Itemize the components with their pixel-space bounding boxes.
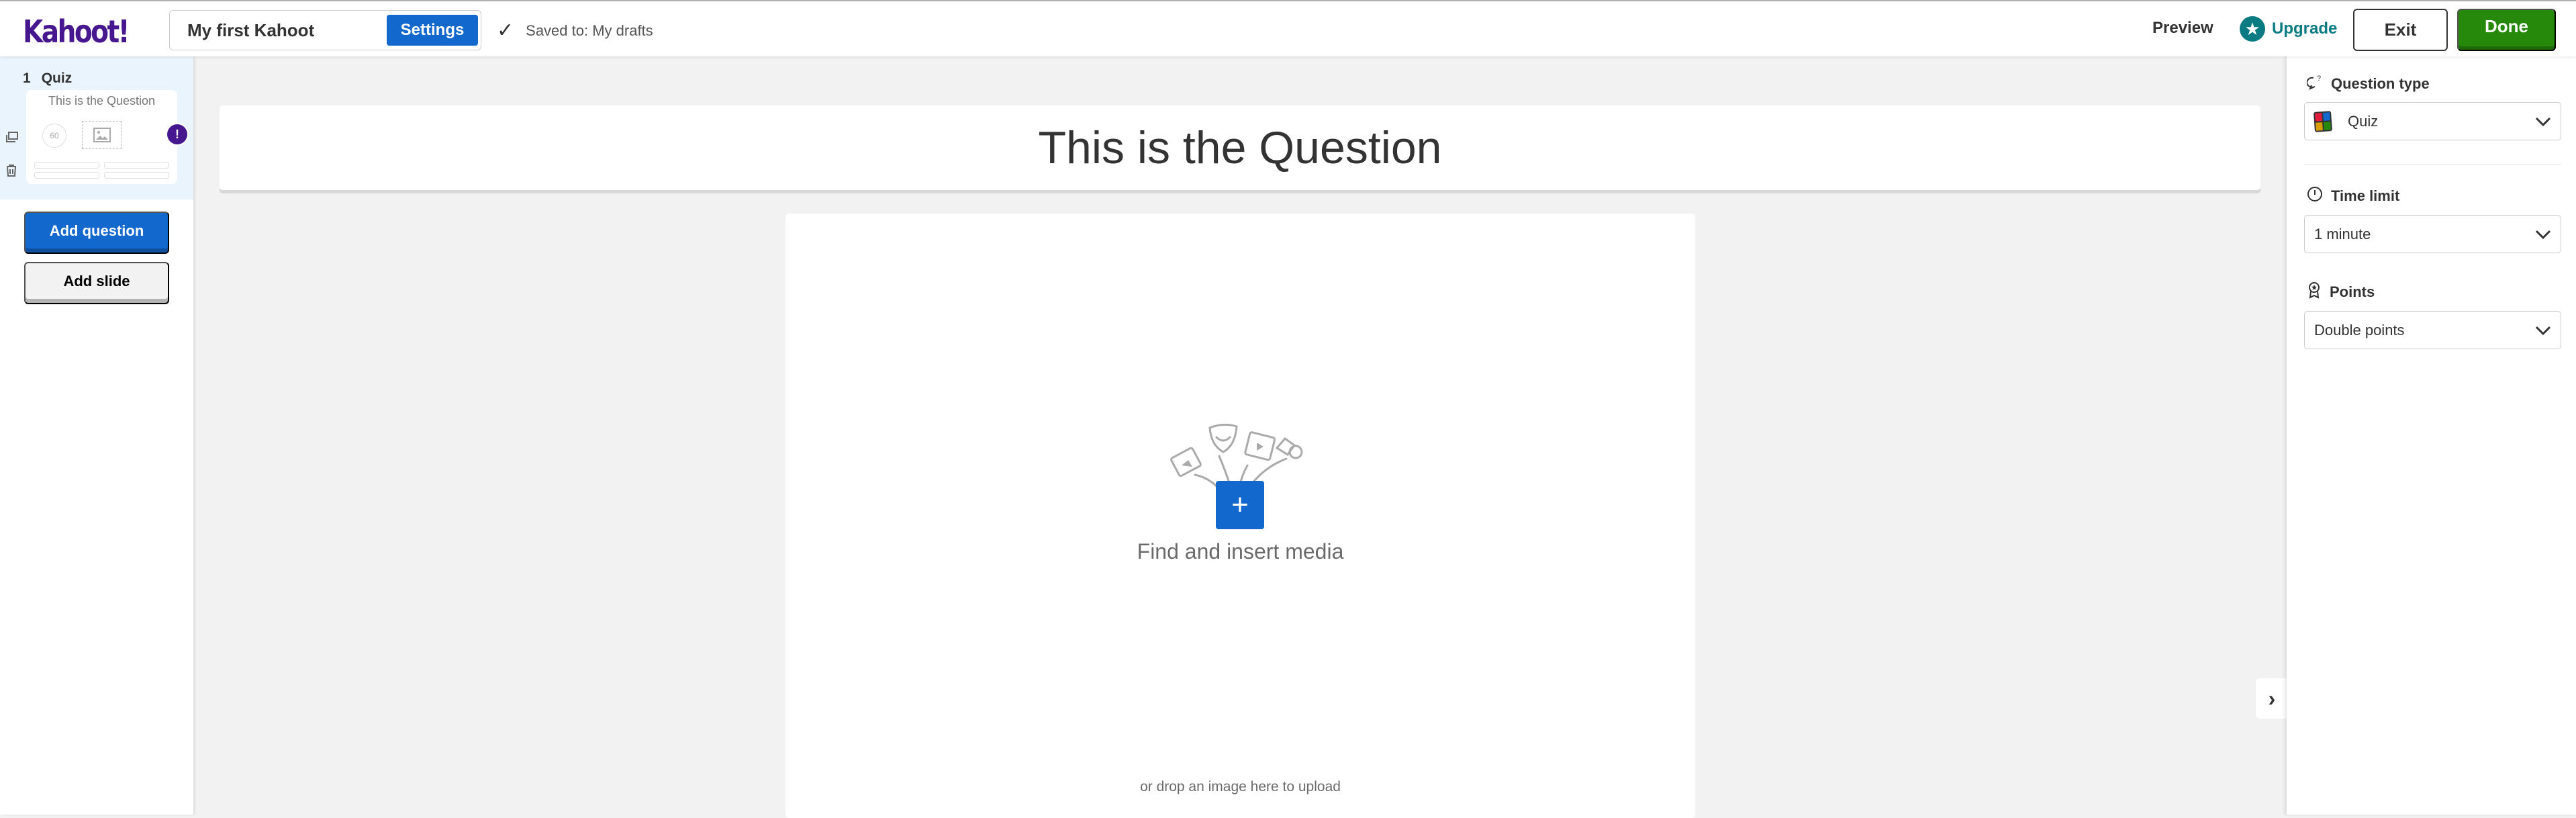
duplicate-icon[interactable] xyxy=(5,132,19,148)
question-settings-panel: ? Question type Quiz Time limit 1 minute… xyxy=(2287,56,2576,815)
slide-thumbnail[interactable]: This is the Question 60 xyxy=(26,90,177,184)
star-icon: ★ xyxy=(2240,16,2265,42)
preview-button[interactable]: Preview xyxy=(2152,19,2213,38)
answer-placeholder xyxy=(104,172,169,179)
warning-icon[interactable]: ! xyxy=(167,124,187,144)
exit-button[interactable]: Exit xyxy=(2353,9,2448,51)
chevron-down-icon xyxy=(2535,326,2551,336)
award-icon xyxy=(2307,281,2322,303)
kahoot-title-text[interactable]: My first Kahoot xyxy=(187,20,314,41)
media-dropzone[interactable]: + Find and insert media or drop an image… xyxy=(785,214,1695,818)
add-question-button[interactable]: Add question xyxy=(24,212,169,254)
time-limit-label: Time limit xyxy=(2307,186,2399,206)
chevron-right-icon: › xyxy=(2268,686,2276,711)
points-select[interactable]: Double points xyxy=(2304,311,2561,349)
question-bubble-icon: ? xyxy=(2306,74,2323,94)
chevron-down-icon xyxy=(2535,117,2551,127)
collapse-panel-button[interactable]: › xyxy=(2256,678,2288,719)
question-type-label: ? Question type xyxy=(2306,74,2430,94)
save-status-text: Saved to: My drafts xyxy=(526,21,653,39)
upgrade-button[interactable]: ★ Upgrade xyxy=(2240,16,2337,42)
trash-icon[interactable] xyxy=(5,164,17,181)
answer-placeholder xyxy=(34,162,99,169)
upgrade-label: Upgrade xyxy=(2272,19,2338,38)
question-title-input[interactable]: This is the Question xyxy=(220,105,2260,190)
save-status: ✓ Saved to: My drafts xyxy=(497,19,653,42)
svg-text:?: ? xyxy=(2317,75,2321,83)
insert-media-button[interactable]: + xyxy=(1216,481,1264,529)
slide-question-text: This is the Question xyxy=(48,94,156,107)
slide-label: 1 Quiz xyxy=(23,71,83,87)
question-type-value: Quiz xyxy=(2348,112,2379,130)
image-placeholder-icon xyxy=(82,121,122,149)
media-prompt[interactable]: Find and insert media xyxy=(785,539,1695,564)
top-bar: Kahoot! My first Kahoot Settings ✓ Saved… xyxy=(0,0,2576,56)
kahoot-title-field[interactable]: My first Kahoot Settings xyxy=(169,10,481,50)
kahoot-logo[interactable]: Kahoot! xyxy=(23,13,130,50)
drop-hint: or drop an image here to upload xyxy=(1140,779,1341,794)
done-button[interactable]: Done xyxy=(2457,9,2556,51)
time-limit-value: 1 minute xyxy=(2314,225,2371,242)
points-value: Double points xyxy=(2314,321,2405,338)
answer-placeholder xyxy=(104,162,169,169)
slide-timer: 60 xyxy=(42,124,66,148)
time-limit-select[interactable]: 1 minute xyxy=(2304,215,2561,253)
slides-sidebar: 1 Quiz This is the Question 60 ! Add ques… xyxy=(0,56,193,815)
answer-placeholder xyxy=(34,172,99,179)
plus-icon: + xyxy=(1231,488,1249,521)
question-type-select[interactable]: Quiz xyxy=(2304,102,2561,140)
slide-item[interactable]: 1 Quiz This is the Question 60 ! xyxy=(0,56,193,199)
slide-number: 1 xyxy=(23,71,31,86)
question-title-text[interactable]: This is the Question xyxy=(1039,122,1442,174)
slide-type: Quiz xyxy=(41,71,73,86)
add-slide-button[interactable]: Add slide xyxy=(24,262,169,304)
chevron-down-icon xyxy=(2535,230,2551,240)
settings-button[interactable]: Settings xyxy=(387,15,478,46)
clock-icon xyxy=(2307,186,2323,206)
quiz-type-icon xyxy=(2313,110,2333,132)
check-icon: ✓ xyxy=(497,19,514,42)
points-label: Points xyxy=(2307,281,2375,303)
